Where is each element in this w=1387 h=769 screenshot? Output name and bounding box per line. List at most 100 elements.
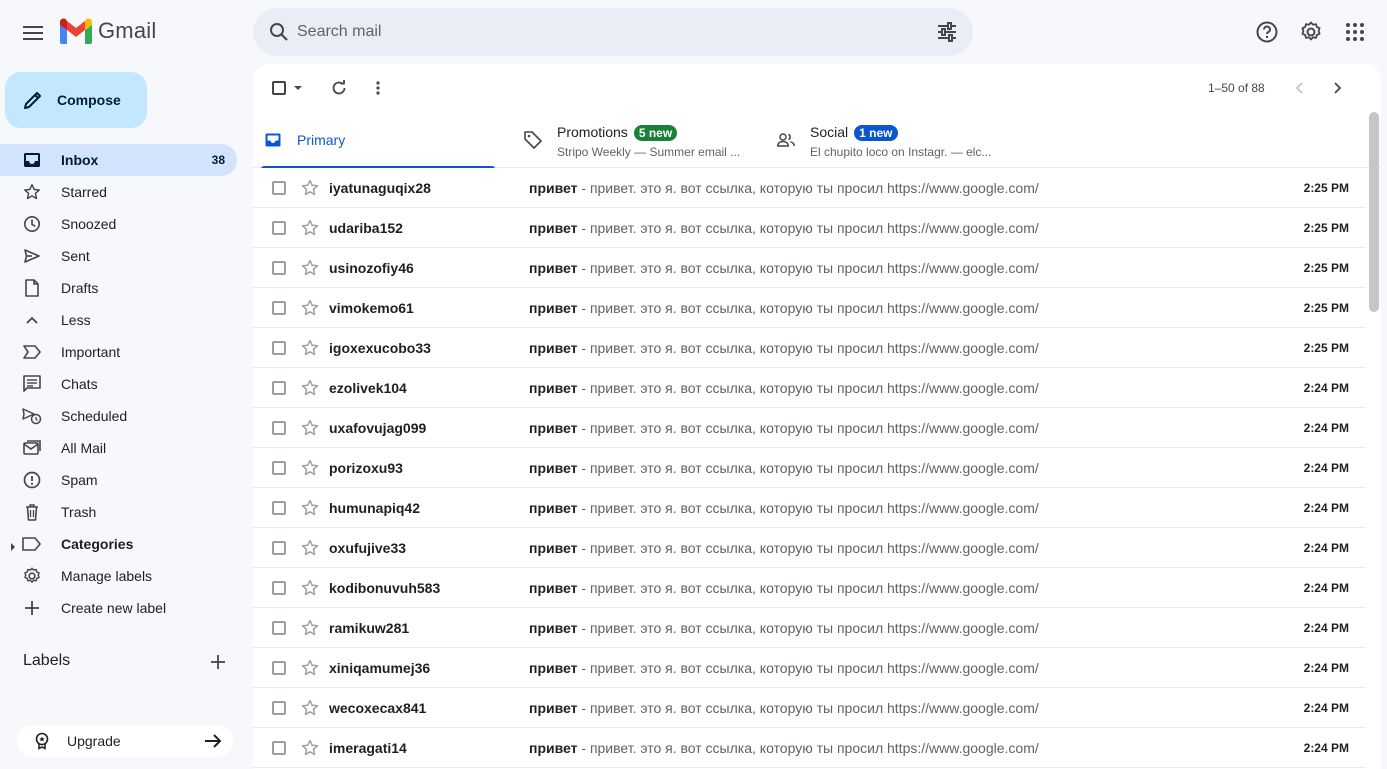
star-icon[interactable] — [300, 338, 320, 358]
compose-button[interactable]: Compose — [5, 72, 147, 128]
email-list: iyatunaguqix28 привет - привет. это я. во… — [253, 168, 1365, 768]
sidebar-item-snoozed[interactable]: Snoozed — [0, 208, 237, 240]
apps-grid-icon[interactable] — [1339, 16, 1371, 48]
upgrade-button[interactable]: Upgrade — [17, 725, 233, 757]
row-checkbox[interactable] — [272, 621, 286, 635]
sidebar-item-label: Trash — [61, 504, 97, 520]
row-checkbox[interactable] — [272, 741, 286, 755]
email-row[interactable]: udariba152 привет - привет. это я. вот сс… — [253, 208, 1365, 248]
row-checkbox[interactable] — [272, 501, 286, 515]
tab-primary[interactable]: Primary — [253, 112, 503, 169]
star-icon[interactable] — [300, 538, 320, 558]
newer-page-chevron-left-icon[interactable] — [1287, 76, 1311, 100]
sidebar-item-chats[interactable]: Chats — [0, 368, 237, 400]
email-row[interactable]: ramikuw281 привет - привет. это я. вот сс… — [253, 608, 1365, 648]
search-icon[interactable] — [263, 16, 295, 48]
sidebar-item-trash[interactable]: Trash — [0, 496, 237, 528]
row-checkbox[interactable] — [272, 661, 286, 675]
row-checkbox[interactable] — [272, 381, 286, 395]
sidebar-item-drafts[interactable]: Drafts — [0, 272, 237, 304]
add-label-plus-icon[interactable] — [206, 650, 230, 674]
settings-gear-icon[interactable] — [1295, 16, 1327, 48]
email-subject: привет — [529, 260, 578, 276]
sidebar-item-spam[interactable]: Spam — [0, 464, 237, 496]
email-message: привет - привет. это я. вот ссылка, кото… — [529, 300, 1039, 316]
sidebar-item-scheduled[interactable]: Scheduled — [0, 400, 237, 432]
email-time: 2:25 PM — [1303, 301, 1349, 315]
tab-social[interactable]: Social 1 new El chupito loco on Instagr. … — [766, 112, 1016, 168]
star-icon[interactable] — [300, 258, 320, 278]
sidebar-item-all-mail[interactable]: All Mail — [0, 432, 237, 464]
scrollbar-thumb[interactable] — [1369, 112, 1379, 312]
email-subject: привет — [529, 620, 578, 636]
sidebar-item-label: All Mail — [61, 440, 107, 456]
sidebar-item-less[interactable]: Less — [0, 304, 237, 336]
email-row[interactable]: wecoxecax841 привет - привет. это я. вот … — [253, 688, 1365, 728]
star-icon[interactable] — [300, 178, 320, 198]
email-subject: привет — [529, 380, 578, 396]
email-message: привет - привет. это я. вот ссылка, кото… — [529, 380, 1039, 396]
caret-right-icon[interactable] — [10, 539, 16, 557]
row-checkbox[interactable] — [272, 421, 286, 435]
search-options-icon[interactable] — [935, 20, 959, 44]
email-row[interactable]: vimokemo61 привет - привет. это я. вот сс… — [253, 288, 1365, 328]
sidebar-item-sent[interactable]: Sent — [0, 240, 237, 272]
star-icon[interactable] — [300, 218, 320, 238]
star-icon[interactable] — [300, 418, 320, 438]
row-checkbox[interactable] — [272, 581, 286, 595]
email-row[interactable]: ezolivek104 привет - привет. это я. вот с… — [253, 368, 1365, 408]
email-row[interactable]: imeragati14 привет - привет. это я. вот с… — [253, 728, 1365, 768]
email-row[interactable]: uxafovujag099 привет - привет. это я. вот… — [253, 408, 1365, 448]
email-row[interactable]: kodibonuvuh583 привет - привет. это я. во… — [253, 568, 1365, 608]
star-icon[interactable] — [300, 738, 320, 758]
select-all-checkbox[interactable] — [270, 76, 306, 100]
email-row[interactable]: humunapiq42 привет - привет. это я. вот с… — [253, 488, 1365, 528]
row-checkbox[interactable] — [272, 701, 286, 715]
sidebar-item-create-label[interactable]: Create new label — [0, 592, 237, 624]
row-checkbox[interactable] — [272, 461, 286, 475]
star-icon[interactable] — [300, 298, 320, 318]
star-icon[interactable] — [300, 618, 320, 638]
email-snippet: - привет. это я. вот ссылка, которую ты … — [577, 180, 1039, 196]
row-checkbox[interactable] — [272, 181, 286, 195]
refresh-icon[interactable] — [327, 76, 351, 100]
row-checkbox[interactable] — [272, 541, 286, 555]
search-input[interactable] — [297, 20, 897, 44]
sidebar-item-starred[interactable]: Starred — [0, 176, 237, 208]
older-page-chevron-right-icon[interactable] — [1326, 76, 1350, 100]
email-message: привет - привет. это я. вот ссылка, кото… — [529, 420, 1039, 436]
sidebar-item-important[interactable]: Important — [0, 336, 237, 368]
email-row[interactable]: iyatunaguqix28 привет - привет. это я. во… — [253, 168, 1365, 208]
app-name: Gmail — [98, 18, 157, 43]
email-row[interactable]: oxufujive33 привет - привет. это я. вот с… — [253, 528, 1365, 568]
help-icon[interactable] — [1251, 16, 1283, 48]
email-row[interactable]: porizoxu93 привет - привет. это я. вот сс… — [253, 448, 1365, 488]
more-options-icon[interactable] — [366, 76, 390, 100]
email-message: привет - привет. это я. вот ссылка, кото… — [529, 500, 1039, 516]
gmail-logo[interactable]: Gmail — [60, 18, 156, 44]
sidebar-item-label: Snoozed — [61, 216, 117, 232]
star-icon[interactable] — [300, 578, 320, 598]
sidebar-item-categories[interactable]: Categories — [0, 528, 237, 560]
search-bar[interactable] — [253, 8, 973, 56]
all-mail-icon — [22, 438, 42, 458]
email-message: привет - привет. это я. вот ссылка, кото… — [529, 260, 1039, 276]
sidebar-item-manage-labels[interactable]: Manage labels — [0, 560, 237, 592]
star-icon[interactable] — [300, 698, 320, 718]
email-row[interactable]: usinozofiy46 привет - привет. это я. вот … — [253, 248, 1365, 288]
email-row[interactable]: xiniqamumej36 привет - привет. это я. вот… — [253, 648, 1365, 688]
row-checkbox[interactable] — [272, 261, 286, 275]
sidebar-item-inbox[interactable]: Inbox 38 — [0, 144, 237, 176]
gear-icon — [22, 566, 42, 586]
email-row[interactable]: igoxexucobo33 привет - привет. это я. вот… — [253, 328, 1365, 368]
star-icon[interactable] — [300, 658, 320, 678]
main-menu-icon[interactable] — [13, 13, 53, 53]
tab-promotions[interactable]: Promotions 5 new Stripo Weekly — Summer e… — [513, 112, 763, 168]
row-checkbox[interactable] — [272, 301, 286, 315]
upgrade-label: Upgrade — [67, 733, 121, 749]
star-icon[interactable] — [300, 378, 320, 398]
star-icon[interactable] — [300, 498, 320, 518]
row-checkbox[interactable] — [272, 221, 286, 235]
star-icon[interactable] — [300, 458, 320, 478]
row-checkbox[interactable] — [272, 341, 286, 355]
